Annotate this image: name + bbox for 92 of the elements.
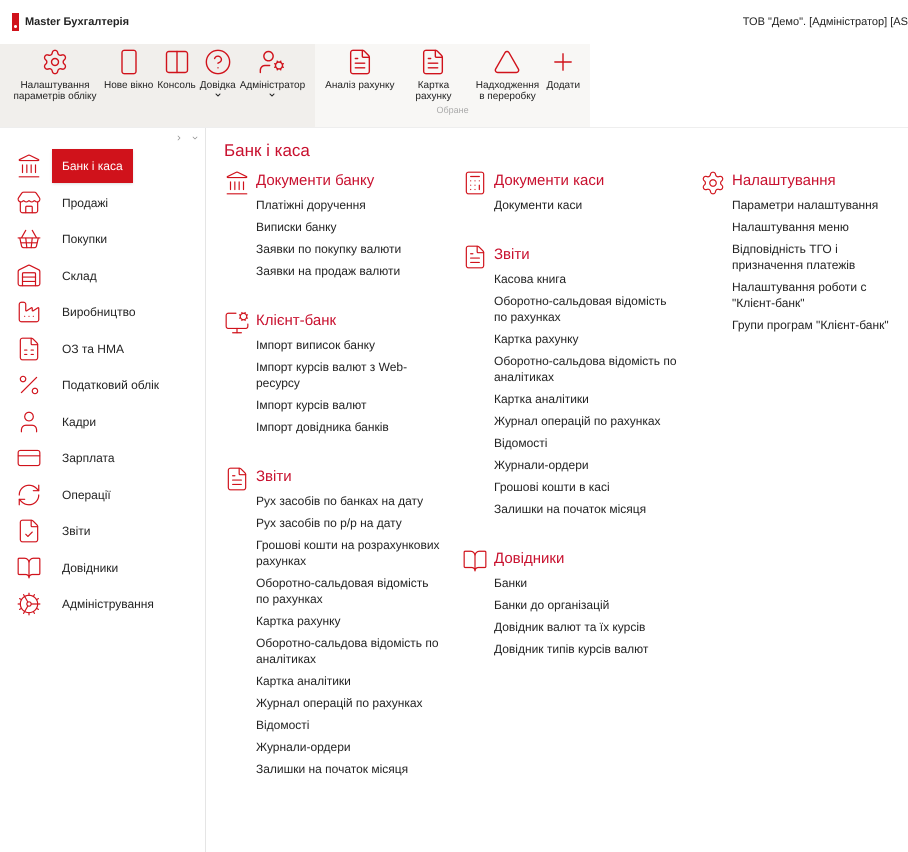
cycle-icon [16,482,42,508]
sidebar-item[interactable]: Операції [52,478,121,512]
sidebar-item[interactable]: Зарплата [52,441,125,476]
section-title: Документи каси [494,170,606,190]
menu-link[interactable]: Журнал операцій по рахунках [494,410,680,432]
store-icon [16,190,42,216]
menu-link[interactable]: Журнали-ордери [256,736,442,758]
sidebar-item[interactable]: Банк і каса [52,149,133,184]
section-title: Налаштування [732,170,837,190]
group-caption: Обране [436,104,469,117]
toolbar-button[interactable]: Нове вікно [104,48,154,91]
menu-link[interactable]: Відповідність ТГО і призначення платежів [732,238,894,276]
menu-link[interactable]: Банки [494,572,680,594]
menu-link[interactable]: Картка аналітики [494,388,680,410]
toolbar-button[interactable]: Надходження в переробку [472,48,542,102]
person-icon [258,48,286,76]
menu-link[interactable]: Рух засобів по банках на дату [256,490,442,512]
gear-icon [700,170,726,196]
bank-icon [16,153,42,180]
sidebar-item[interactable]: Кадри [52,404,106,439]
toolbar-button[interactable]: Адміністратор [240,48,306,99]
menu-link[interactable]: Платіжні доручення [256,194,442,216]
expand-icon[interactable] [175,134,183,142]
gear-icon [41,48,69,76]
section-title: Документи банку [256,170,376,190]
toolbar-button[interactable]: Аналіз рахунку [325,48,394,91]
section-title: Клієнт-банк [256,310,338,330]
menu-link[interactable]: Журнали-ордери [494,454,680,476]
caret-icon [214,91,222,99]
menu-link[interactable]: Виписки банку [256,216,442,238]
menu-link[interactable]: Оборотно-сальдова відомість по аналітиках [494,350,680,388]
sidebar-item[interactable]: Покупки [52,222,118,256]
sidebar-item[interactable]: Довідники [52,550,128,585]
sidebar-item[interactable]: Адміністрування [52,587,164,622]
company-context: ТОВ "Демо". [Адміністратор] [AS [742,14,908,30]
menu-link[interactable]: Імпорт курсів валют з Web-ресурсу [256,356,442,394]
sidebar-item[interactable]: Податковий облік [52,368,170,402]
app-title: Master Бухгалтерія [25,14,130,30]
bank-icon [224,170,250,196]
menu-link[interactable]: Оборотно-сальдовая відомість по рахунках [256,572,442,610]
menu-link[interactable]: Грошові кошти в касі [494,476,680,498]
toolbar-button[interactable]: Консоль [157,48,196,91]
monitor-icon [224,310,250,336]
menu-link[interactable]: Залишки на початок місяця [256,758,442,780]
menu-link[interactable]: Залишки на початок місяця [494,498,680,520]
triangle-icon [493,48,522,76]
toolbar-button[interactable]: Додати [546,48,580,91]
warehouse-icon [16,262,42,289]
menu-link[interactable]: Відомості [256,714,442,736]
menu-link[interactable]: Журнал операцій по рахунках [256,692,442,714]
section-title: Звіти [256,466,293,486]
menu-link[interactable]: Картка рахунку [256,610,442,632]
toolbar-button[interactable]: Картка рахунку [398,48,468,102]
section-title: Звіти [494,244,531,264]
menu-link[interactable]: Картка рахунку [494,328,680,350]
sidebar-item[interactable]: Склад [52,258,107,293]
menu-link[interactable]: Грошові кошти на розрахункових рахунках [256,534,442,572]
menu-link[interactable]: Картка аналітики [256,670,442,692]
section-title: Довідники [494,548,566,568]
menu-link[interactable]: Заявки на продаж валюти [256,260,442,282]
sidebar-item[interactable]: ОЗ та НМА [52,332,134,366]
menu-link[interactable]: Банки до організацій [494,594,680,616]
menu-link[interactable]: Касова книга [494,268,680,290]
dropdown-icon[interactable] [191,134,199,142]
toolbar-button[interactable]: Налаштування параметрів обліку [10,48,100,102]
sidebar-item[interactable]: Продажі [52,186,118,220]
menu-link[interactable]: Документи каси [494,194,680,216]
menu-link[interactable]: Групи програм "Клієнт-банк" [732,314,894,336]
menu-link[interactable]: Заявки по покупку валюти [256,238,442,260]
menu-link[interactable]: Імпорт курсів валют [256,394,442,416]
book-icon [462,548,488,574]
page-title: Банк і каса [224,140,311,162]
menu-link[interactable]: Довідник валют та їх курсів [494,616,680,638]
caret-icon [268,91,276,99]
menu-link[interactable]: Імпорт виписок банку [256,334,442,356]
menu-link[interactable]: Налаштування меню [732,216,894,238]
menu-link[interactable]: Довідник типів курсів валют [494,638,680,660]
menu-link[interactable]: Імпорт довідника банків [256,416,442,438]
menu-link[interactable]: Оборотно-сальдовая відомість по рахунках [494,290,680,328]
app-logo-icon [12,13,19,31]
menu-link[interactable]: Відомості [494,432,680,454]
sidebar-item[interactable]: Виробництво [52,295,146,330]
book-icon [16,554,42,581]
toolbar-button[interactable]: Довідка [200,48,236,99]
menu-link[interactable]: Оборотно-сальдова відомість по аналітиках [256,632,442,670]
factory-icon [16,299,42,326]
question-icon [204,48,232,76]
sidebar-item[interactable]: Звіти [52,514,100,548]
menu-link[interactable]: Налаштування роботи с "Клієнт-банк" [732,276,894,314]
gear-icon [16,591,42,618]
menu-link[interactable]: Параметри налаштування [732,194,894,216]
menu-link[interactable]: Рух засобів по р/р на дату [256,512,442,534]
